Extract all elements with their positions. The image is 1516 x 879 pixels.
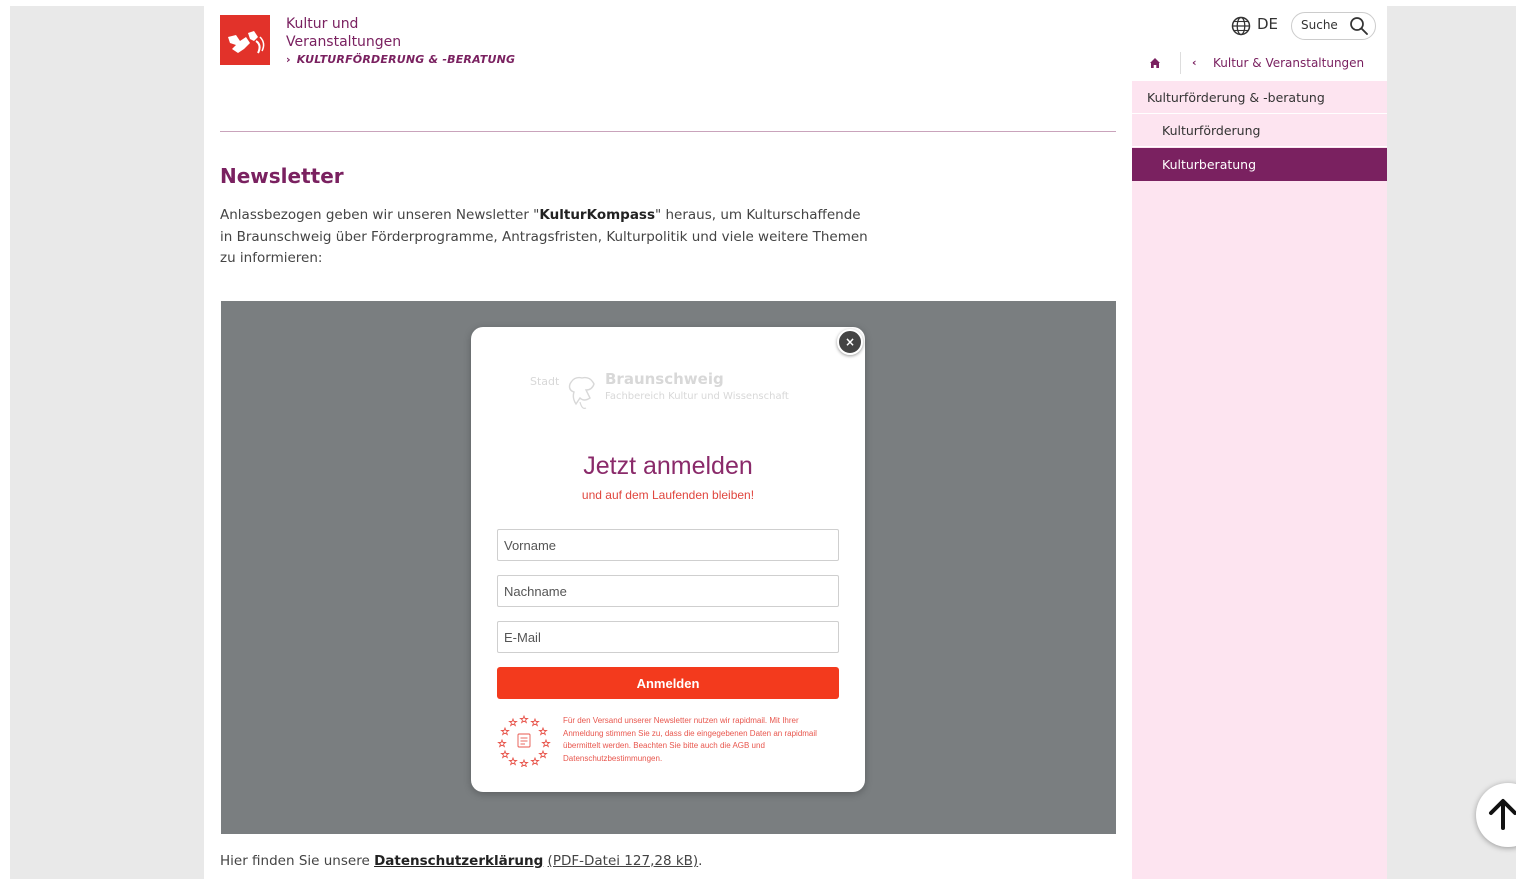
breadcrumb-label: KULTURFÖRDERUNG & -BERATUNG	[296, 53, 516, 66]
site-title-line1: Kultur und	[286, 16, 359, 32]
page-gutter-right	[1387, 6, 1516, 879]
first-name-input[interactable]	[497, 529, 839, 561]
menu-item-kulturfoerderung[interactable]: Kulturförderung	[1132, 114, 1387, 147]
menu-item-kulturberatung[interactable]: Kulturberatung	[1132, 148, 1387, 181]
signup-title: Jetzt anmelden	[583, 452, 753, 480]
page-heading: Newsletter	[220, 164, 344, 188]
last-name-input[interactable]	[497, 575, 839, 607]
braunschweig-lion-logo[interactable]	[220, 15, 270, 65]
logo-name: Braunschweig	[605, 370, 724, 388]
breadcrumb[interactable]: › KULTURFÖRDERUNG & -BERATUNG	[286, 53, 515, 66]
braunschweig-logo: Stadt Braunschweig Fachbereich Kultur un…	[530, 370, 820, 414]
logo-department: Fachbereich Kultur und Wissenschaft	[605, 391, 789, 402]
home-icon[interactable]	[1149, 57, 1161, 69]
search-icon[interactable]	[1349, 16, 1369, 36]
gdpr-stars-icon	[497, 714, 551, 767]
logo-stadt: Stadt	[530, 375, 560, 388]
lion-icon	[568, 376, 595, 409]
site-title[interactable]: Kultur und Veranstaltungen	[286, 15, 401, 51]
intro-text-start: Anlassbezogen geben wir unseren Newslett…	[220, 207, 540, 223]
privacy-suffix: .	[698, 853, 703, 869]
subscribe-button[interactable]: Anmelden	[497, 667, 839, 699]
rapidmail-legal-text: Für den Versand unserer Newsletter nutze…	[563, 716, 817, 763]
signup-subtitle: und auf dem Laufenden bleiben!	[581, 488, 755, 502]
menu-item-kulturfoerderung-beratung[interactable]: Kulturförderung & -beratung	[1132, 81, 1387, 114]
privacy-prefix: Hier finden Sie unsere	[220, 853, 375, 869]
close-button[interactable]: ×	[837, 329, 863, 355]
section-menu	[1132, 81, 1387, 879]
language-selector[interactable]: DE	[1257, 15, 1278, 33]
header-divider	[220, 131, 1116, 132]
nav-back-link[interactable]: Kultur & Veranstaltungen	[1213, 56, 1364, 70]
privacy-file-info[interactable]: (PDF-Datei 127,28 kB)	[548, 853, 699, 869]
search-label[interactable]: Suche	[1301, 18, 1338, 32]
newsletter-name: KulturKompass	[539, 207, 655, 223]
intro-text: Anlassbezogen geben wir unseren Newslett…	[220, 205, 870, 270]
chevron-left-icon[interactable]: ‹	[1192, 56, 1197, 69]
email-input[interactable]	[497, 621, 839, 653]
nav-separator	[1180, 52, 1181, 74]
privacy-note: Hier finden Sie unsere Datenschutzerklär…	[220, 853, 702, 869]
site-title-line2: Veranstaltungen	[286, 34, 402, 50]
page-gutter-left	[10, 6, 204, 879]
arrow-up-icon	[1489, 799, 1516, 830]
privacy-policy-link[interactable]: Datenschutzerklärung	[374, 853, 543, 869]
globe-icon[interactable]	[1231, 16, 1251, 36]
chevron-right-icon: ›	[286, 53, 291, 66]
